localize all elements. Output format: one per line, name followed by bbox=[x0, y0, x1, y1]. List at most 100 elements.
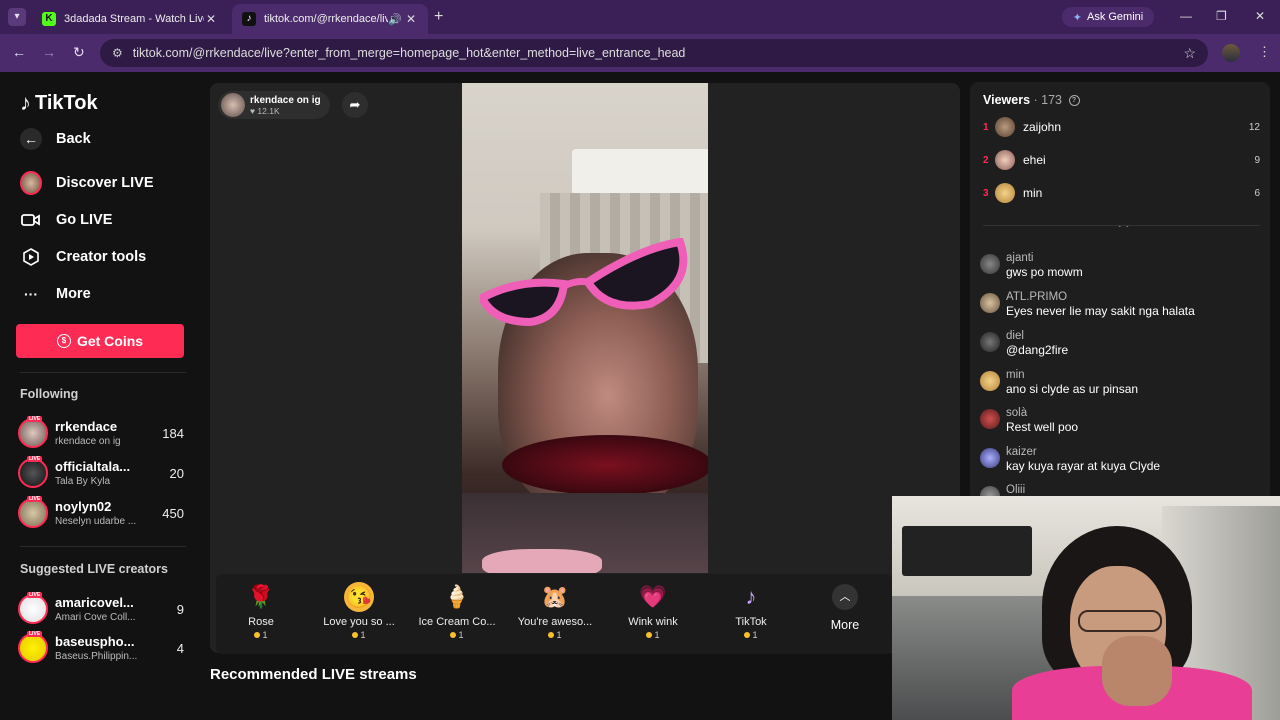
chat-message: kaizer kay kuya rayar at kuya Clyde bbox=[980, 446, 1260, 473]
help-icon[interactable]: ? bbox=[1068, 95, 1080, 107]
suggested-item[interactable]: LIVE baseuspho... Baseus.Philippin... 4 bbox=[18, 630, 184, 666]
minimize-icon[interactable]: — bbox=[1180, 9, 1192, 23]
host-avatar[interactable] bbox=[221, 93, 245, 117]
top-viewer-row[interactable]: 1 zaijohn 12 bbox=[983, 115, 1260, 139]
viewers-header[interactable]: Viewers · 173 ? bbox=[983, 93, 1080, 107]
live-badge: LIVE bbox=[27, 592, 43, 598]
kick-favicon-icon: K bbox=[42, 12, 56, 26]
hamster-icon: 🐹 bbox=[541, 584, 569, 609]
chat-username[interactable]: Oliii bbox=[1006, 484, 1025, 496]
chat-text: ano si clyde as ur pinsan bbox=[1006, 382, 1139, 396]
host-info-card[interactable]: rkendace on ig ♥ 12.1K bbox=[218, 91, 330, 119]
nav-back[interactable]: ← Back bbox=[20, 128, 91, 150]
gift-item[interactable]: 🍦 Ice Cream Co... 1 bbox=[412, 582, 502, 640]
divider bbox=[983, 225, 1260, 226]
gift-item[interactable]: 🐹 You're aweso... 1 bbox=[510, 582, 600, 640]
gift-item[interactable]: ♪ TikTok 1 bbox=[706, 582, 796, 640]
viewers-count: · 173 bbox=[1033, 93, 1063, 107]
following-item[interactable]: LIVE officialtala... Tala By Kyla 20 bbox=[18, 455, 184, 491]
avatar[interactable] bbox=[980, 332, 1000, 352]
gift-name: Ice Cream Co... bbox=[418, 616, 496, 628]
nav-back-label: Back bbox=[56, 131, 91, 147]
chat-username[interactable]: ATL.PRIMO bbox=[1006, 291, 1195, 303]
gift-bar: 🌹 Rose 1 😘 Love you so ... 1 🍦 Ice Cream… bbox=[216, 574, 892, 654]
nav-discover-live[interactable]: Discover LIVE bbox=[20, 171, 154, 195]
avatar[interactable] bbox=[980, 254, 1000, 274]
heart-icon: 💗 bbox=[639, 584, 667, 609]
ask-gemini-label: Ask Gemini bbox=[1086, 11, 1144, 23]
reload-icon[interactable]: ↻ bbox=[73, 44, 85, 61]
tiktok-note-icon: ♪ bbox=[20, 90, 31, 115]
suggested-item[interactable]: LIVE amaricovel... Amari Cove Coll... 9 bbox=[18, 591, 184, 627]
avatar: LIVE bbox=[18, 592, 48, 624]
new-tab-button[interactable]: + bbox=[434, 8, 443, 26]
discover-avatar bbox=[20, 171, 42, 195]
account-sub: Amari Cove Coll... bbox=[55, 612, 136, 623]
ask-gemini-button[interactable]: ✦ Ask Gemini bbox=[1062, 7, 1154, 27]
nav-more[interactable]: ··· More bbox=[20, 283, 91, 305]
get-coins-label: Get Coins bbox=[76, 333, 144, 349]
live-badge: LIVE bbox=[27, 456, 43, 462]
gift-item[interactable]: 💗 Wink wink 1 bbox=[608, 582, 698, 640]
chat-username[interactable]: min bbox=[1006, 369, 1138, 381]
more-gifts-button[interactable]: ︿ More bbox=[820, 584, 870, 632]
address-bar[interactable]: ⚙ tiktok.com/@rrkendace/live?enter_from_… bbox=[100, 39, 1208, 67]
browser-tab-2[interactable]: ♪ tiktok.com/@rrkendace/live 🔊 ✕ bbox=[232, 4, 428, 34]
share-icon[interactable]: ➦ bbox=[342, 92, 368, 118]
browser-tab-1[interactable]: K 3dadada Stream - Watch Live o ✕ bbox=[32, 4, 228, 34]
gift-price: 1 bbox=[510, 630, 600, 640]
gift-item[interactable]: 😘 Love you so ... 1 bbox=[314, 582, 404, 640]
viewer-score: 12 bbox=[1248, 121, 1260, 133]
profile-avatar[interactable] bbox=[1222, 44, 1240, 62]
live-badge: LIVE bbox=[27, 416, 43, 422]
speaker-icon[interactable]: 🔊 bbox=[388, 13, 404, 26]
gift-price-value: 1 bbox=[262, 630, 268, 640]
avatar[interactable] bbox=[980, 371, 1000, 391]
avatar: LIVE bbox=[18, 456, 48, 488]
love-face-icon: 😘 bbox=[344, 582, 374, 612]
chat-username[interactable]: diel bbox=[1006, 330, 1068, 342]
top-viewer-row[interactable]: 3 min 6 bbox=[983, 181, 1260, 205]
avatar[interactable] bbox=[980, 409, 1000, 429]
bookmark-star-icon[interactable]: ☆ bbox=[1183, 45, 1196, 62]
nav-go-live[interactable]: Go LIVE bbox=[20, 209, 112, 231]
brand-name: TikTok bbox=[35, 91, 98, 114]
live-side-panel: Viewers · 173 ? 1 zaijohn 12 2 ehei 9 3 … bbox=[970, 82, 1270, 502]
nav-go-live-label: Go LIVE bbox=[56, 212, 113, 228]
avatar[interactable] bbox=[980, 293, 1000, 313]
following-title: Following bbox=[20, 387, 79, 401]
divider bbox=[20, 372, 186, 373]
back-icon[interactable]: ← bbox=[12, 44, 26, 60]
live-stream-player[interactable]: rkendace on ig ♥ 12.1K ➦ bbox=[210, 83, 960, 653]
avatar[interactable] bbox=[980, 448, 1000, 468]
gift-item[interactable]: 🌹 Rose 1 bbox=[216, 582, 306, 640]
site-info-icon[interactable]: ⚙ bbox=[112, 46, 123, 60]
account-name: officialtala... bbox=[55, 459, 131, 474]
viewer-name: min bbox=[1023, 186, 1043, 200]
account-sub: Baseus.Philippin... bbox=[55, 651, 138, 662]
following-item[interactable]: LIVE rrkendace rkendace on ig 184 bbox=[18, 415, 184, 451]
account-name: amaricovel... bbox=[55, 595, 134, 610]
chat-username[interactable]: solà bbox=[1006, 407, 1078, 419]
video-frame[interactable] bbox=[462, 83, 708, 573]
tab-search-button[interactable]: ▾ bbox=[8, 8, 26, 26]
top-viewer-row[interactable]: 2 ehei 9 bbox=[983, 148, 1260, 172]
gift-name: Love you so ... bbox=[323, 616, 395, 628]
viewer-count: 20 bbox=[169, 465, 184, 481]
close-window-icon[interactable]: ✕ bbox=[1255, 9, 1265, 23]
close-tab-icon[interactable]: ✕ bbox=[404, 12, 418, 26]
browser-menu-icon[interactable]: ⋮ bbox=[1258, 44, 1271, 60]
url-text: tiktok.com/@rrkendace/live?enter_from_me… bbox=[132, 46, 686, 60]
forward-icon[interactable]: → bbox=[42, 44, 56, 60]
tiktok-logo[interactable]: ♪ TikTok bbox=[20, 90, 98, 116]
following-item[interactable]: LIVE noylyn02 Neselyn udarbe ... 450 bbox=[18, 495, 184, 531]
chat-username[interactable]: ajanti bbox=[1006, 252, 1083, 264]
nav-creator-tools[interactable]: Creator tools bbox=[20, 246, 146, 268]
close-tab-icon[interactable]: ✕ bbox=[204, 12, 218, 26]
restore-icon[interactable]: ❐ bbox=[1216, 9, 1227, 23]
get-coins-button[interactable]: $ Get Coins bbox=[16, 324, 184, 358]
pink-sunglasses-filter bbox=[480, 238, 688, 327]
nav-more-label: More bbox=[56, 286, 91, 302]
chat-username[interactable]: kaizer bbox=[1006, 446, 1160, 458]
viewer-rank: 3 bbox=[983, 187, 989, 199]
